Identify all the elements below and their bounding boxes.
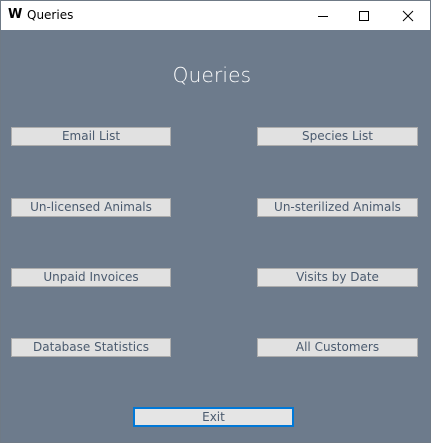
unlicensed-animals-button[interactable]: Un-licensed Animals	[11, 198, 171, 217]
maximize-icon	[358, 10, 369, 21]
queries-panel: Queries Email List Species List Un-licen…	[1, 30, 430, 442]
unsterilized-animals-button[interactable]: Un-sterilized Animals	[257, 198, 418, 217]
email-list-button[interactable]: Email List	[11, 127, 171, 146]
app-icon: W	[8, 7, 23, 22]
minimize-icon	[317, 15, 328, 17]
page-title: Queries	[172, 63, 252, 87]
queries-window: W Queries Queries Email List Species Lis…	[0, 0, 431, 443]
exit-button[interactable]: Exit	[133, 407, 294, 427]
unpaid-invoices-button[interactable]: Unpaid Invoices	[11, 268, 171, 287]
title-bar[interactable]: W Queries	[1, 1, 430, 30]
database-statistics-button[interactable]: Database Statistics	[11, 338, 171, 357]
close-button[interactable]	[385, 1, 430, 30]
minimize-button[interactable]	[300, 1, 345, 30]
window-title: Queries	[27, 8, 74, 22]
species-list-button[interactable]: Species List	[257, 127, 418, 146]
maximize-button[interactable]	[341, 1, 386, 30]
all-customers-button[interactable]: All Customers	[257, 338, 418, 357]
close-icon	[402, 10, 413, 21]
visits-by-date-button[interactable]: Visits by Date	[257, 268, 418, 287]
